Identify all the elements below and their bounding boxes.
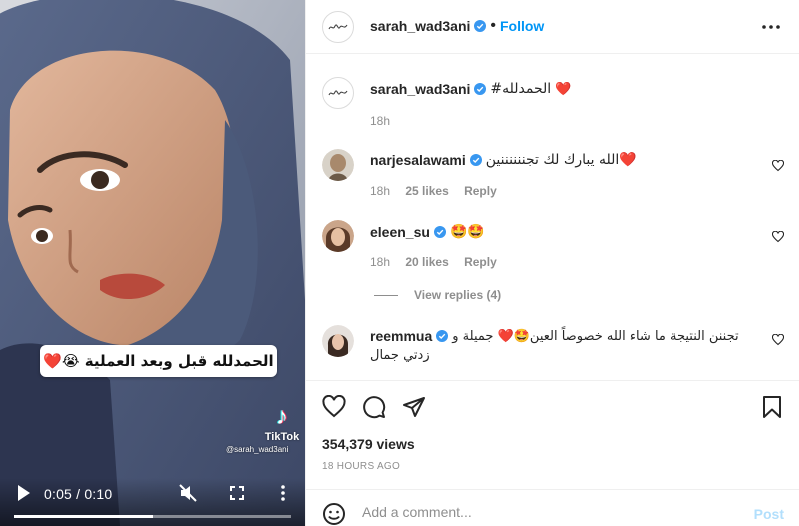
view-count[interactable]: 354,379 views [322,436,415,452]
comment-text: الله يبارك لك تجننننننين❤️ [485,152,637,168]
muted-speaker-icon[interactable] [179,484,197,502]
comment-text: تجننن النتيجة ما شاء الله خصوصاً العين🤩❤… [452,328,739,344]
heart-icon[interactable] [322,395,346,419]
follow-button[interactable]: Follow [500,18,544,34]
verified-badge-icon [469,154,482,166]
verified-badge-icon [474,83,487,95]
comment-text-continued: زدتي جمال [370,348,430,363]
reply-button[interactable]: Reply [464,255,497,269]
comment-username[interactable]: narjesalawami [370,152,466,168]
comment-likes[interactable]: 25 likes [405,184,448,198]
header-user-row: sarah_wad3ani • Follow [370,17,544,35]
bookmark-icon[interactable] [760,395,784,419]
tiktok-logo-icon: ♪ [276,403,288,430]
commenter-avatar[interactable] [322,220,354,252]
video-time: 0:05 / 0:10 [44,486,113,502]
header-username[interactable]: sarah_wad3ani [370,18,470,34]
verified-badge-icon [436,330,449,342]
comment-row: reemmua تجننن النتيجة ما شاء الله خصوصاً… [370,328,739,344]
comment-time: 18h [370,255,391,269]
caption-row: sarah_wad3ani #الحمدلله ❤️ [370,81,571,97]
post-timestamp[interactable]: 18 HOURS AGO [322,461,400,472]
comment-meta: 18h 20 likes Reply [370,255,509,269]
caption-hashtag[interactable]: #الحمدلله [490,81,551,97]
caption-meta: 18h [370,114,402,128]
caption-author-avatar[interactable] [322,77,354,109]
view-replies-label: View replies (4) [414,288,502,302]
video-caption-sticker: الحمدلله قبل وبعد العملية 😭❤️ [40,345,277,377]
caption-time: 18h [370,114,391,128]
comment-username[interactable]: reemmua [370,328,432,344]
video-progress-bar[interactable] [14,515,291,518]
comment-icon[interactable] [362,395,386,419]
comment-like-heart-icon[interactable] [772,231,784,243]
view-replies-line [374,294,398,296]
comment-row: eleen_su 🤩🤩 [370,223,485,240]
header-separator: • [490,17,496,34]
caption-heart-emoji: ❤️ [555,81,572,96]
emoji-icon[interactable] [322,502,346,526]
commenter-avatar[interactable] [322,325,354,357]
comment-input[interactable] [362,504,742,520]
verified-badge-icon [474,20,487,32]
play-icon[interactable] [17,484,31,502]
comment-text: 🤩🤩 [449,223,485,239]
post-actions: 354,379 views 18 HOURS AGO [306,380,799,480]
commenter-avatar[interactable] [322,149,354,181]
verified-badge-icon [433,225,446,238]
signature-logo-icon [328,90,348,96]
tiktok-label: TikTok [264,431,300,443]
view-replies-button[interactable]: View replies (4) [374,288,501,302]
tiktok-watermark: ♪ TikTok [259,403,305,444]
post-side-panel: sarah_wad3ani • Follow sarah_wad3ani #ال… [305,0,799,526]
comment-time: 18h [370,184,391,198]
tiktok-handle: @sarah_wad3ani [226,445,289,454]
video-player[interactable]: الحمدلله قبل وبعد العملية 😭❤️ ♪ TikTok @… [0,0,305,526]
post-comment-button[interactable]: Post [754,506,784,522]
comment-meta: 18h 25 likes Reply [370,184,509,198]
comment-username[interactable]: eleen_su [370,224,430,240]
more-vertical-icon[interactable] [277,484,289,502]
author-avatar[interactable] [322,11,354,43]
comment-box: Post [306,489,799,526]
video-progress-fill [14,515,153,518]
reply-button[interactable]: Reply [464,184,497,198]
comment-row: narjesalawami الله يبارك لك تجننننننين❤️ [370,152,637,168]
more-horizontal-icon[interactable] [762,25,780,29]
fullscreen-icon[interactable] [230,486,244,500]
share-icon[interactable] [402,395,426,419]
comment-likes[interactable]: 20 likes [405,255,448,269]
post-header: sarah_wad3ani • Follow [306,0,799,54]
signature-logo-icon [328,24,348,30]
comment-like-heart-icon[interactable] [772,160,784,172]
comment-like-heart-icon[interactable] [772,334,784,346]
caption-username[interactable]: sarah_wad3ani [370,81,470,97]
